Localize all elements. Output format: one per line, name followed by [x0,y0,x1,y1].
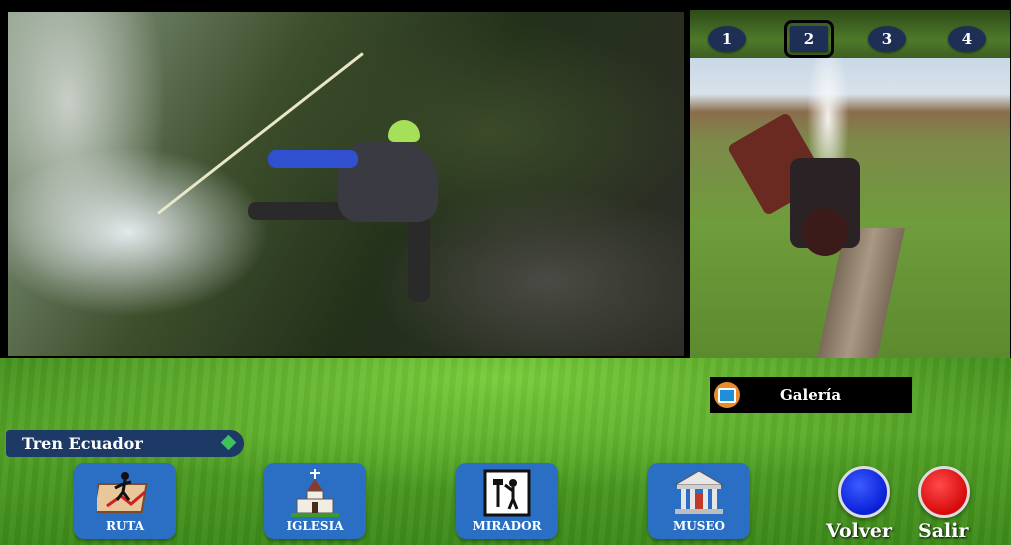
ruta-button[interactable]: RUTA [74,463,176,539]
slideshow-tab-bar: 1 2 3 4 [690,10,1010,60]
ruta-label: RUTA [105,519,145,533]
back-button[interactable] [838,466,890,518]
person-graphic-leg-2 [408,212,430,302]
slide-tab-2[interactable]: 2 [784,20,834,58]
main-video-viewer[interactable] [8,12,684,356]
slide-tab-1[interactable]: 1 [708,26,746,52]
locomotive-front-graphic [802,208,848,256]
museum-icon [670,469,728,517]
mirador-button[interactable]: MIRADOR [456,463,558,539]
slide-tab-3[interactable]: 3 [868,26,906,52]
iglesia-label: IGLESIA [286,519,344,533]
route-map-icon [96,469,154,517]
train-photo [690,58,1010,358]
diamond-icon [220,434,237,451]
museo-button[interactable]: MUSEO [648,463,750,539]
gallery-label: Galería [780,386,842,404]
church-icon [286,469,344,517]
app-title: Tren Ecuador [22,434,143,453]
slide-tab-4[interactable]: 4 [948,26,986,52]
camera-icon [714,382,740,408]
exit-button[interactable] [918,466,970,518]
app-title-bar: Tren Ecuador [6,430,244,457]
rope-graphic [157,52,364,215]
exit-label: Salir [918,520,969,542]
iglesia-button[interactable]: IGLESIA [264,463,366,539]
back-label: Volver [826,520,893,542]
gallery-button[interactable]: Galería [710,377,912,413]
museo-label: MUSEO [672,519,725,533]
person-graphic-arm [268,150,358,168]
app-frame: 1 2 3 4 Galería Tren Ecuador RUTA IGLESI… [0,0,1011,545]
viewpoint-icon [478,469,536,517]
mirador-label: MIRADOR [472,519,542,533]
person-graphic-helmet [388,120,420,142]
